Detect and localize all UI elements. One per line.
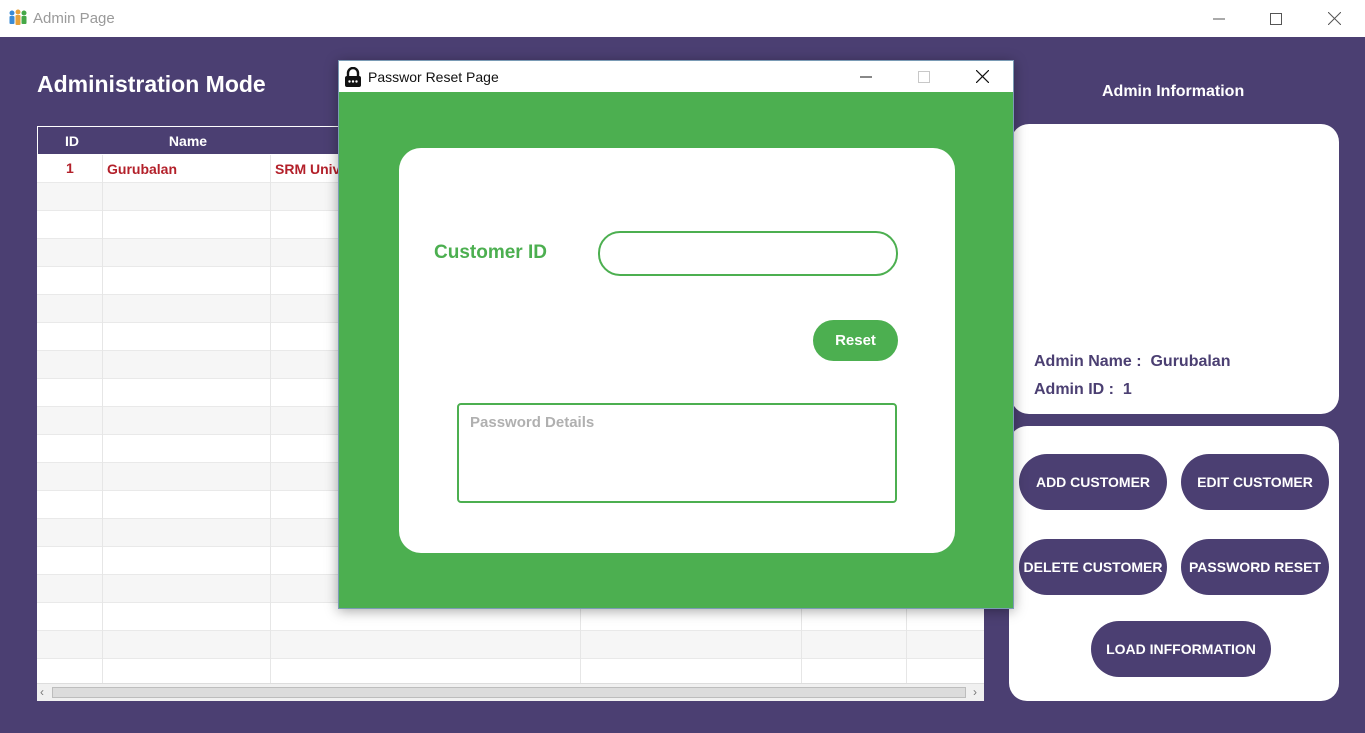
scroll-left-icon[interactable]: ‹ xyxy=(40,685,44,699)
row-university-cell: SRM Univ xyxy=(275,161,341,177)
scrollbar-thumb[interactable] xyxy=(52,687,966,698)
load-information-button[interactable]: LOAD INFFORMATION xyxy=(1091,621,1271,677)
customer-id-input[interactable] xyxy=(598,231,898,276)
actions-card: ADD CUSTOMER EDIT CUSTOMER DELETE CUSTOM… xyxy=(1009,426,1339,701)
maximize-button[interactable] xyxy=(1247,0,1305,37)
password-reset-dialog: Passwor Reset Page Customer ID Reset xyxy=(338,60,1014,609)
close-icon xyxy=(975,70,989,83)
column-header-id[interactable]: ID xyxy=(58,133,86,149)
dialog-minimize-button[interactable] xyxy=(837,61,895,92)
add-customer-button[interactable]: ADD CUSTOMER xyxy=(1019,454,1167,510)
admin-information-title: Admin Information xyxy=(1102,83,1245,100)
password-details-field[interactable] xyxy=(457,403,897,503)
customer-id-label: Customer ID xyxy=(434,242,547,263)
main-window-titlebar: Admin Page xyxy=(0,0,1365,37)
admin-id-value: 1 xyxy=(1122,381,1132,398)
column-divider xyxy=(102,155,103,685)
dialog-title: Passwor Reset Page xyxy=(368,69,499,85)
minimize-icon xyxy=(1213,18,1225,19)
lock-icon xyxy=(345,67,361,87)
page-title: Administration Mode xyxy=(37,71,266,97)
admin-id-label: Admin ID : xyxy=(1034,381,1114,398)
maximize-icon xyxy=(918,70,930,83)
dialog-titlebar: Passwor Reset Page xyxy=(339,61,1013,92)
minimize-button[interactable] xyxy=(1190,0,1248,37)
close-button[interactable] xyxy=(1305,0,1363,37)
row-name-cell: Gurubalan xyxy=(107,161,178,177)
reset-button[interactable]: Reset xyxy=(813,320,898,361)
row-id-cell: 1 xyxy=(66,160,74,176)
maximize-icon xyxy=(1270,12,1282,25)
close-icon xyxy=(1327,12,1341,25)
scroll-right-icon[interactable]: › xyxy=(973,685,977,699)
dialog-close-button[interactable] xyxy=(953,61,1011,92)
table-row[interactable] xyxy=(37,631,984,659)
delete-customer-button[interactable]: DELETE CUSTOMER xyxy=(1019,539,1167,595)
minimize-icon xyxy=(860,76,872,77)
column-header-name[interactable]: Name xyxy=(148,133,228,149)
admin-information-card: Admin Name : Gurubalan Admin ID : 1 xyxy=(1011,124,1339,414)
horizontal-scrollbar[interactable]: ‹ › xyxy=(37,683,984,701)
dialog-maximize-button[interactable] xyxy=(895,61,953,92)
column-divider xyxy=(270,155,271,685)
edit-customer-button[interactable]: EDIT CUSTOMER xyxy=(1181,454,1329,510)
reset-form-card: Customer ID Reset xyxy=(399,148,955,553)
admin-app-icon xyxy=(9,9,27,25)
password-reset-button[interactable]: PASSWORD RESET xyxy=(1181,539,1329,595)
admin-name-row: Admin Name : Gurubalan xyxy=(1034,353,1230,371)
admin-name-label: Admin Name : xyxy=(1034,353,1142,370)
admin-name-value: Gurubalan xyxy=(1150,353,1231,370)
admin-id-row: Admin ID : 1 xyxy=(1034,381,1132,399)
main-window-title: Admin Page xyxy=(33,10,115,27)
